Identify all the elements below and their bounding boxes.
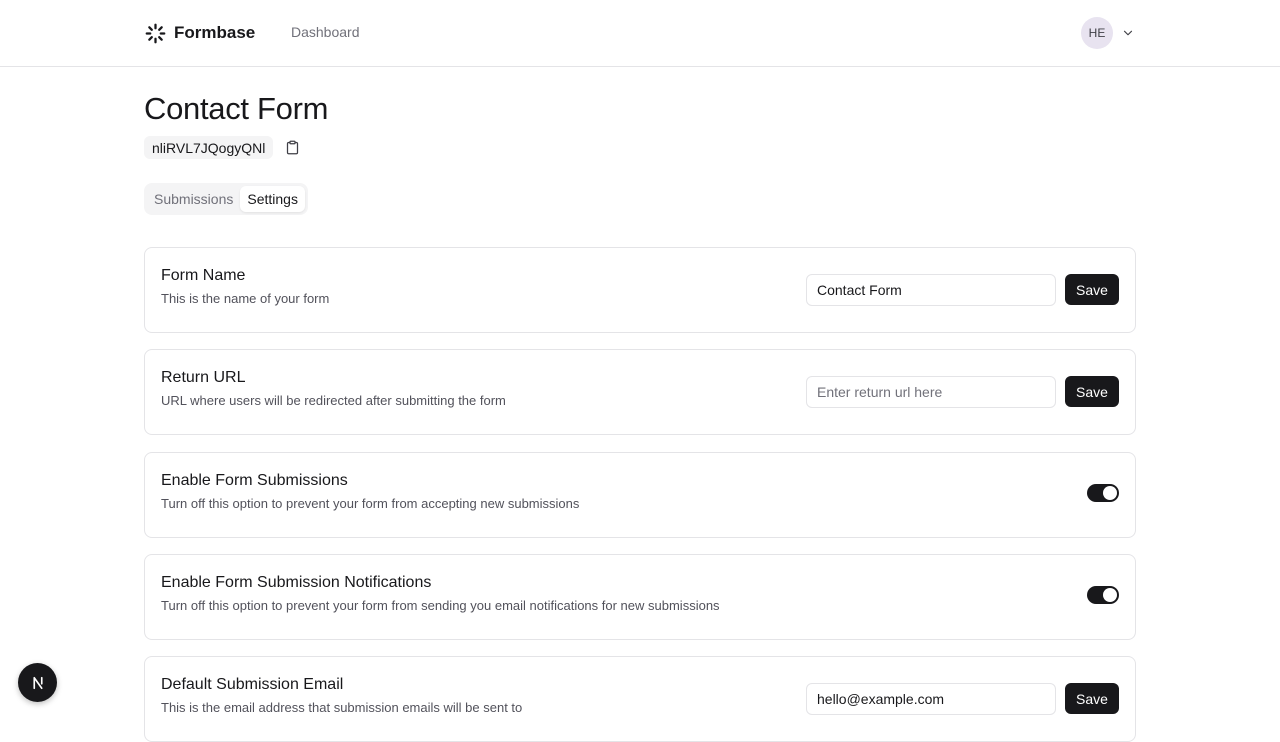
tab-submissions[interactable]: Submissions [147, 186, 240, 212]
tab-list: Submissions Settings [144, 183, 308, 215]
default-email-input[interactable] [806, 683, 1056, 715]
setting-description: This is the email address that submissio… [161, 700, 523, 715]
nextjs-icon [29, 674, 47, 692]
return-url-input[interactable] [806, 376, 1056, 408]
tab-settings[interactable]: Settings [240, 186, 305, 212]
nav-link-dashboard[interactable]: Dashboard [291, 24, 360, 40]
setting-card-enable-submissions: Enable Form Submissions Turn off this op… [144, 452, 1136, 538]
setting-card-form-name: Form Name This is the name of your form … [144, 247, 1136, 333]
save-form-name-button[interactable]: Save [1065, 274, 1119, 305]
setting-title: Enable Form Submissions [161, 472, 348, 489]
setting-card-enable-notifications: Enable Form Submission Notifications Tur… [144, 554, 1136, 640]
setting-title: Form Name [161, 267, 246, 284]
form-name-input[interactable] [806, 274, 1056, 306]
setting-description: URL where users will be redirected after… [161, 393, 506, 408]
setting-title: Return URL [161, 369, 246, 386]
brand-name: Formbase [174, 23, 256, 42]
form-id-row: nliRVL7JQogyQNl [144, 136, 301, 159]
clipboard-icon[interactable] [283, 139, 301, 157]
setting-description: Turn off this option to prevent your for… [161, 598, 720, 613]
save-return-url-button[interactable]: Save [1065, 376, 1119, 407]
toggle-knob [1103, 486, 1117, 500]
nextjs-dev-badge[interactable] [18, 663, 57, 702]
brand-logo[interactable]: Formbase [145, 22, 255, 44]
enable-submissions-toggle[interactable] [1087, 484, 1119, 502]
form-id-badge: nliRVL7JQogyQNl [144, 136, 274, 159]
top-navbar: Formbase Dashboard HE [0, 0, 1280, 67]
setting-description: Turn off this option to prevent your for… [161, 496, 580, 511]
setting-card-return-url: Return URL URL where users will be redir… [144, 349, 1136, 435]
spinner-logo-icon [145, 23, 166, 44]
user-menu-trigger[interactable]: HE [1081, 17, 1135, 49]
toggle-knob [1103, 588, 1117, 602]
setting-card-default-email: Default Submission Email This is the ema… [144, 656, 1136, 742]
setting-title: Default Submission Email [161, 676, 344, 693]
setting-description: This is the name of your form [161, 291, 330, 306]
page-title: Contact Form [144, 91, 329, 126]
enable-notifications-toggle[interactable] [1087, 586, 1119, 604]
chevron-down-icon [1121, 26, 1135, 40]
avatar: HE [1081, 17, 1113, 49]
save-default-email-button[interactable]: Save [1065, 683, 1119, 714]
setting-title: Enable Form Submission Notifications [161, 574, 432, 591]
